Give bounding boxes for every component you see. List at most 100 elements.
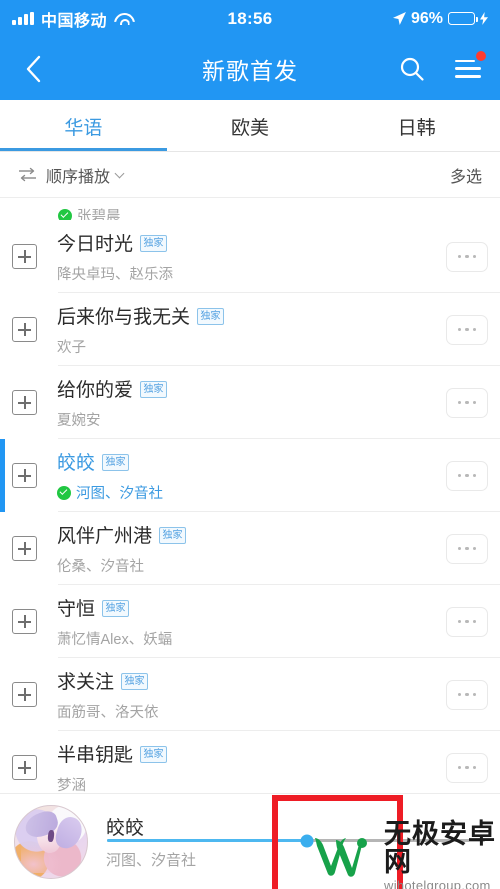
menu-button[interactable] (452, 50, 486, 85)
search-icon (400, 57, 424, 81)
song-list: 张碧晨 今日时光 独家 降央卓玛、赵乐添 后来你与我无关 独家 欢子 给你的爱 … (0, 198, 500, 804)
add-to-playlist-button[interactable] (12, 317, 37, 342)
artist-label: 欢子 (57, 340, 86, 356)
table-row[interactable]: 守恒 独家 萧忆情Alex、妖蝠 (0, 585, 500, 658)
more-options-button[interactable] (446, 752, 488, 783)
play-mode-label[interactable]: 顺序播放 (46, 163, 110, 187)
player-artist: 河图、汐音社 (106, 852, 197, 869)
artist-line: 面筋哥、洛天依 (57, 701, 438, 722)
artist-label: 降央卓玛、赵乐添 (57, 267, 173, 283)
signal-icon (12, 12, 34, 25)
add-to-playlist-button[interactable] (12, 609, 37, 634)
artist-line: 张碧晨 (58, 205, 121, 220)
song-meta: 今日时光 独家 降央卓玛、赵乐添 (57, 229, 438, 284)
tab-chinese[interactable]: 华语 (0, 100, 167, 152)
song-meta: 皎皎 独家 河图、汐音社 (57, 448, 438, 503)
artist-label: 张碧晨 (77, 209, 121, 220)
artist-label: 面筋哥、洛天依 (57, 705, 159, 721)
song-meta: 守恒 独家 萧忆情Alex、妖蝠 (57, 594, 438, 649)
song-title: 半串钥匙 (57, 745, 134, 766)
artist-line: 河图、汐音社 (57, 482, 438, 503)
verified-icon (58, 208, 72, 220)
artist-line: 降央卓玛、赵乐添 (57, 263, 438, 284)
sequential-play-icon (18, 167, 37, 182)
wifi-icon (114, 12, 131, 25)
table-row[interactable]: 给你的爱 独家 夏婉安 (0, 366, 500, 439)
battery-percent-label: 96% (410, 9, 443, 27)
song-meta: 后来你与我无关 独家 欢子 (57, 302, 438, 357)
more-options-button[interactable] (446, 314, 488, 345)
table-row[interactable]: 风伴广州港 独家 伦桑、汐音社 (0, 512, 500, 585)
player-song-title: 皎皎 (106, 818, 145, 839)
location-arrow-icon (392, 12, 406, 25)
exclusive-badge: 独家 (197, 308, 225, 325)
back-button[interactable] (16, 52, 50, 86)
tab-western[interactable]: 欧美 (167, 100, 334, 152)
artist-line: 萧忆情Alex、妖蝠 (57, 628, 438, 649)
song-meta: 求关注 独家 面筋哥、洛天依 (57, 667, 438, 722)
artist-line: 夏婉安 (57, 409, 438, 430)
title-line: 守恒 独家 (57, 594, 438, 621)
exclusive-badge: 独家 (159, 527, 187, 544)
charging-bolt-icon (480, 12, 488, 25)
album-art-avatar[interactable] (14, 804, 88, 879)
song-meta: 风伴广州港 独家 伦桑、汐音社 (57, 521, 438, 576)
title-line: 后来你与我无关 独家 (57, 302, 438, 329)
status-bar-left: 中国移动 (12, 7, 131, 31)
list-item-partial[interactable]: 张碧晨 (0, 198, 500, 220)
song-title: 风伴广州港 (57, 526, 153, 547)
list-toolbar: 顺序播放 多选 (0, 152, 500, 198)
title-line: 今日时光 独家 (57, 229, 438, 256)
exclusive-badge: 独家 (121, 673, 149, 690)
more-options-button[interactable] (446, 606, 488, 637)
more-options-button[interactable] (446, 460, 488, 491)
tab-japanese-korean[interactable]: 日韩 (333, 100, 500, 152)
add-to-playlist-button[interactable] (12, 682, 37, 707)
search-button[interactable] (396, 53, 428, 85)
title-line: 给你的爱 独家 (57, 375, 438, 402)
add-to-playlist-button[interactable] (12, 463, 37, 488)
chevron-down-icon[interactable] (114, 168, 125, 178)
exclusive-badge: 独家 (140, 235, 168, 252)
header-actions (396, 50, 486, 85)
title-line: 求关注 独家 (57, 667, 438, 694)
app-screen: 中国移动 18:56 96% 新歌首发 华语 欧美 日韩 顺序播放 多选 张碧晨… (0, 0, 500, 889)
more-options-button[interactable] (446, 679, 488, 710)
multiselect-button[interactable]: 多选 (450, 163, 482, 187)
add-to-playlist-button[interactable] (12, 755, 37, 780)
song-meta: 半串钥匙 独家 梦涵 (57, 740, 438, 795)
verified-icon (57, 485, 71, 500)
app-header: 新歌首发 (0, 37, 500, 100)
add-to-playlist-button[interactable] (12, 244, 37, 269)
exclusive-badge: 独家 (140, 381, 168, 398)
artist-label: 伦桑、汐音社 (57, 559, 144, 575)
artist-label: 梦涵 (57, 778, 86, 794)
table-row[interactable]: 求关注 独家 面筋哥、洛天依 (0, 658, 500, 731)
table-row[interactable]: 今日时光 独家 降央卓玛、赵乐添 (0, 220, 500, 293)
song-title: 求关注 (57, 672, 115, 693)
back-chevron-icon (26, 55, 40, 82)
mini-player[interactable]: 皎皎 河图、汐音社 (0, 793, 500, 889)
add-to-playlist-button[interactable] (12, 390, 37, 415)
progress-slider[interactable] (107, 834, 485, 847)
progress-knob[interactable] (300, 834, 314, 847)
title-line: 半串钥匙 独家 (57, 740, 438, 767)
status-bar-right: 96% (392, 9, 488, 28)
more-options-button[interactable] (446, 533, 488, 564)
song-title: 今日时光 (57, 234, 134, 255)
tab-label: 欧美 (231, 117, 270, 139)
status-bar: 中国移动 18:56 96% (0, 0, 500, 37)
artist-line: 伦桑、汐音社 (57, 555, 438, 576)
table-row[interactable]: 后来你与我无关 独家 欢子 (0, 293, 500, 366)
exclusive-badge: 独家 (102, 600, 130, 617)
title-line: 皎皎 独家 (57, 448, 438, 475)
more-options-button[interactable] (446, 387, 488, 418)
more-options-button[interactable] (446, 241, 488, 272)
table-row-now-playing[interactable]: 皎皎 独家 河图、汐音社 (0, 439, 500, 512)
exclusive-badge: 独家 (140, 746, 168, 763)
exclusive-badge: 独家 (102, 454, 130, 471)
song-title: 后来你与我无关 (57, 307, 191, 328)
artist-label: 河图、汐音社 (76, 486, 163, 502)
song-title: 给你的爱 (57, 380, 134, 401)
add-to-playlist-button[interactable] (12, 536, 37, 561)
